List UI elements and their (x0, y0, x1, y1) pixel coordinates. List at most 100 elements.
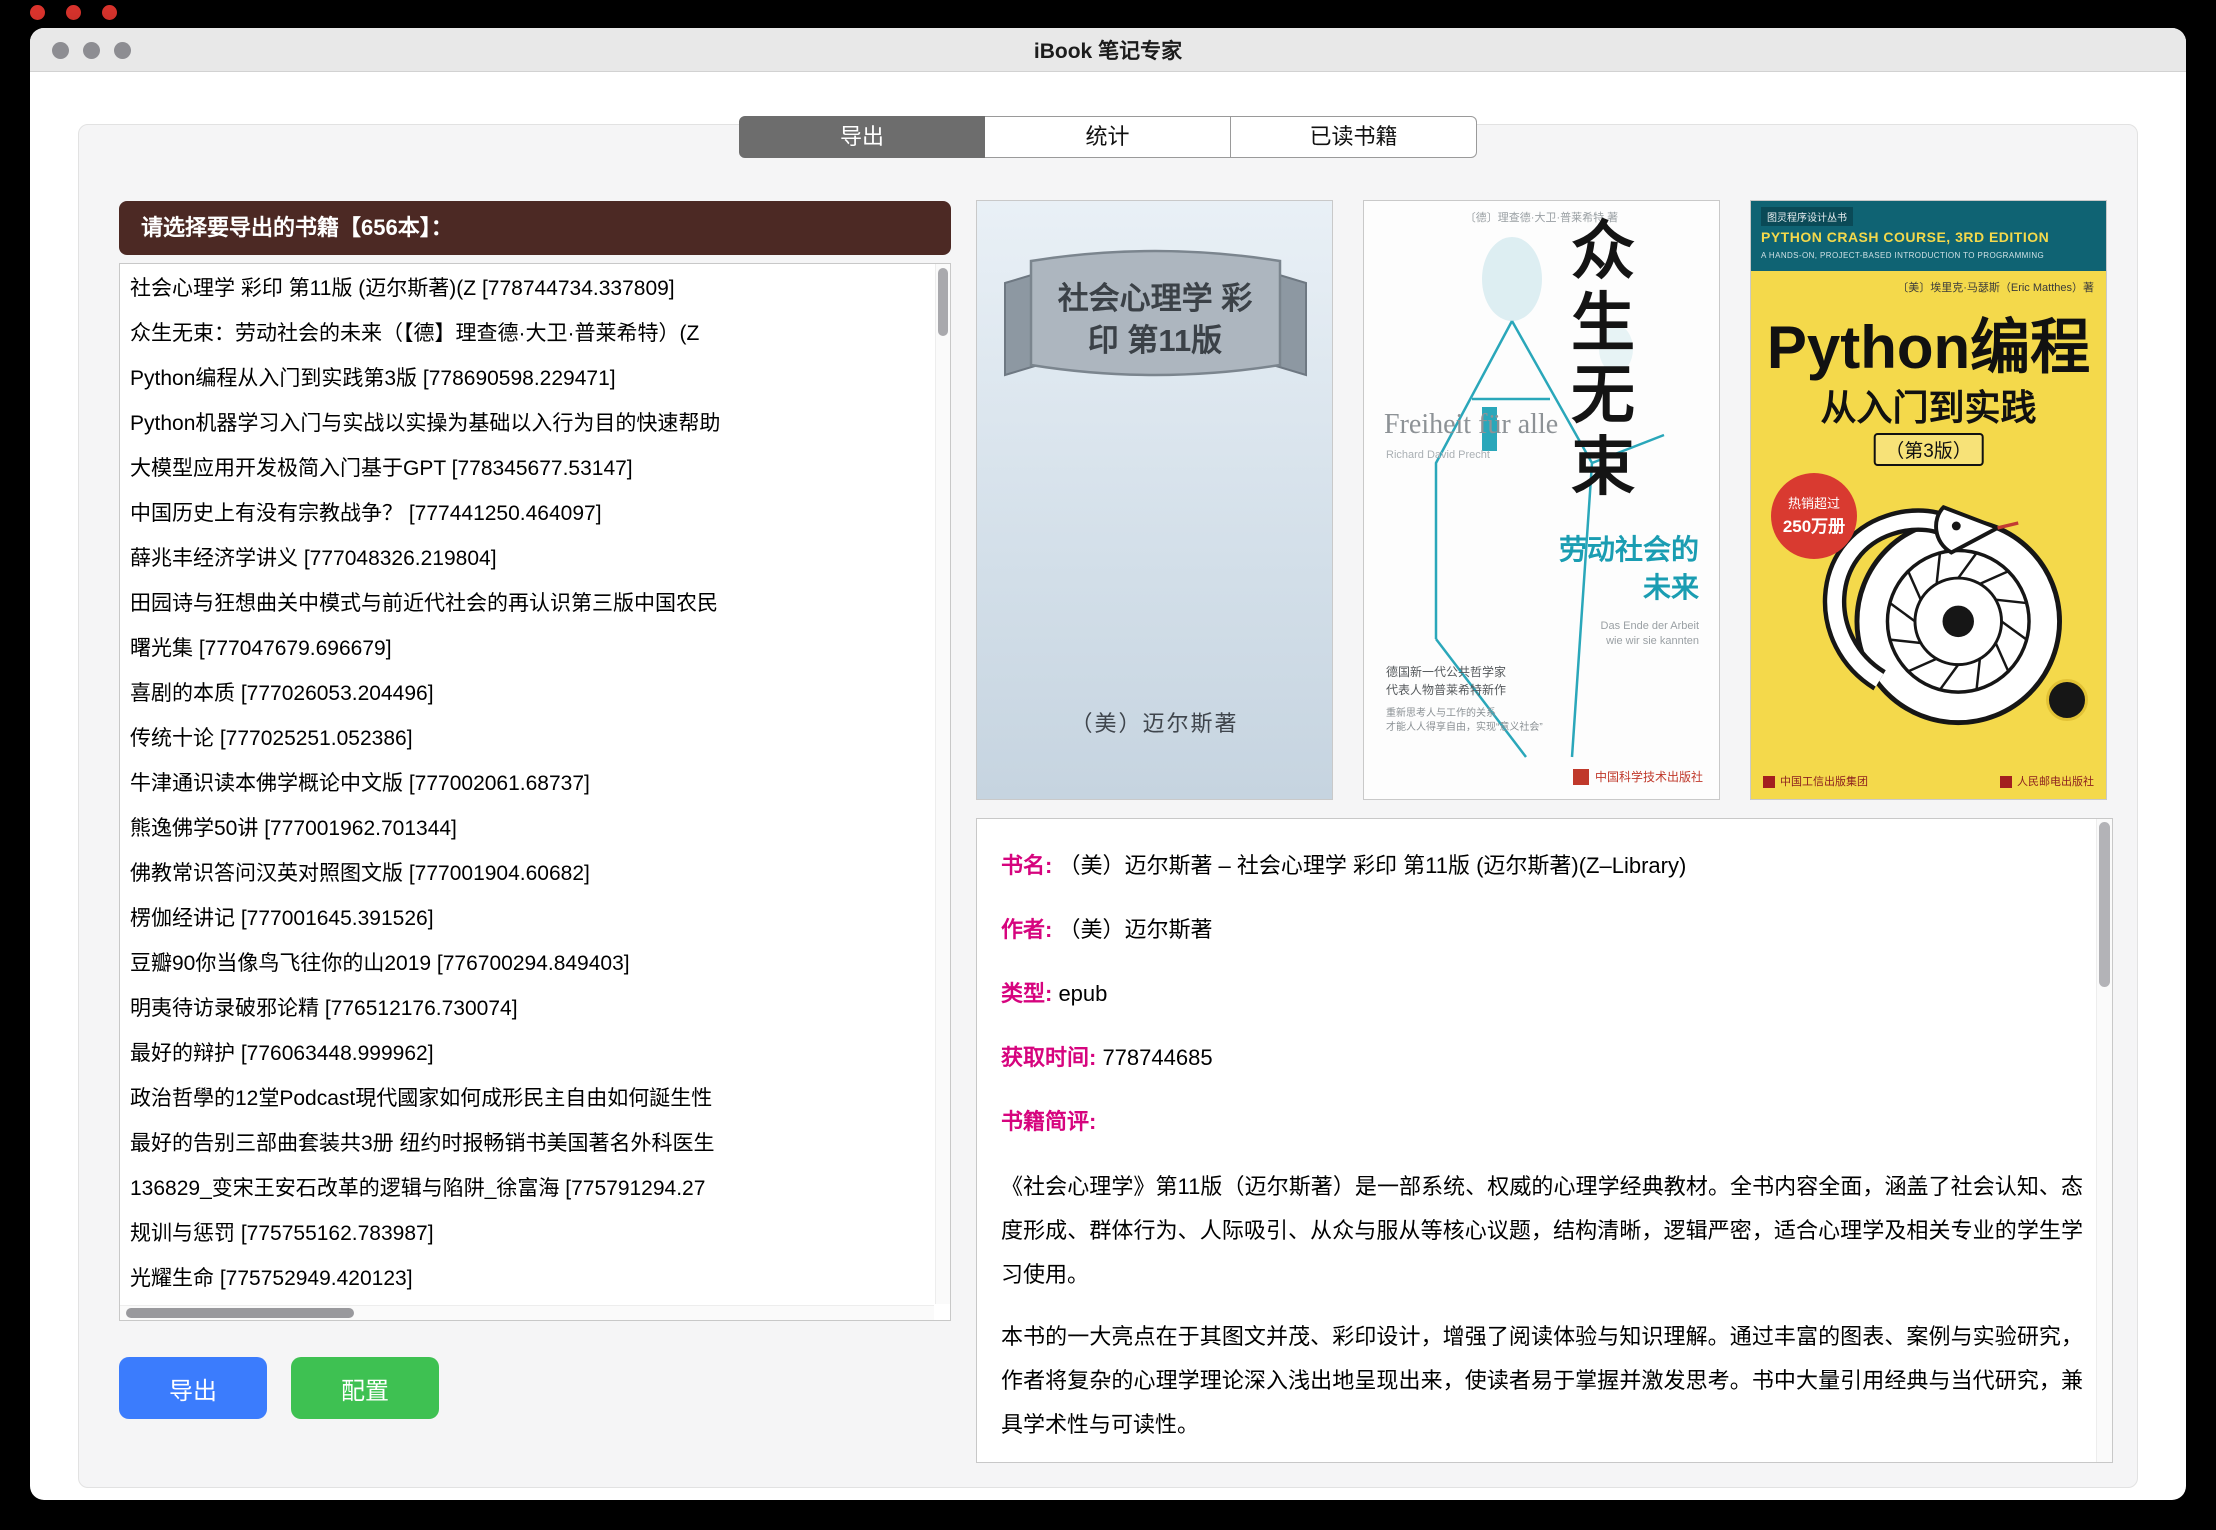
cover1-author: （美）迈尔斯著 (977, 706, 1332, 738)
cover2-tagline: 德国新一代公共哲学家 代表人物普莱希特新作 (1386, 663, 1506, 699)
cover3-subtitle: 从入门到实践 (1751, 379, 2106, 431)
list-item[interactable]: 社会心理学 彩印 第11版 (迈尔斯著)(Z [778744734.337809… (120, 266, 934, 311)
list-item[interactable]: 喜剧的本质 [777026053.204496] (120, 671, 934, 716)
list-item[interactable]: Python编程从入门到实践第3版 [778690598.229471] (120, 356, 934, 401)
badge-line2: 250万册 (1771, 512, 1857, 537)
book-list-header: 请选择要导出的书籍【656本】： (119, 201, 951, 255)
detail-field: 书名: （美）迈尔斯著 – 社会心理学 彩印 第11版 (迈尔斯著)(Z–Lib… (1001, 845, 2083, 887)
window-title: iBook 笔记专家 (1034, 35, 1182, 65)
publisher-logo-icon (1573, 769, 1589, 785)
list-item[interactable]: 传统十论 [777025251.052386] (120, 716, 934, 761)
cover3-publishers: 中国工信出版集团 人民邮电出版社 (1763, 773, 2094, 789)
list-item[interactable]: 佛教常识答问汉英对照图文版 [777001904.60682] (120, 851, 934, 896)
cover2-german-title: Freiheit für alle (1384, 409, 1558, 441)
cover3-english-title: PYTHON CRASH COURSE, 3RD EDITION (1761, 229, 2049, 245)
badge-line1: 热销超过 (1771, 493, 1857, 512)
zoom-button[interactable] (114, 42, 131, 59)
traffic-lights (52, 28, 131, 72)
bestseller-badge: 热销超过 250万册 (1771, 473, 1857, 559)
background-traffic-light (102, 5, 117, 20)
cover2-german-author: Richard David Precht (1386, 449, 1490, 461)
app-window: iBook 笔记专家 导出 统计 已读书籍 请选择要导出的书籍【656本】： 社… (30, 28, 2186, 1500)
list-item[interactable]: 政治哲學的12堂Podcast現代國家如何成形民主自由如何誕生性 (120, 1076, 934, 1121)
cover2-title-vertical: 众生无束 (1560, 215, 1646, 503)
book-review: 《社会心理学》第11版（迈尔斯著）是一部系统、权威的心理学经典教材。全书内容全面… (1001, 1165, 2083, 1447)
detail-field: 类型: epub (1001, 973, 2083, 1015)
list-item[interactable]: 众生无束：劳动社会的未来（【德】理查德·大卫·普莱希特）(Z (120, 311, 934, 356)
list-item[interactable]: 最好的告别三部曲套装共3册 纽约时报畅销书美国著名外科医生 (120, 1121, 934, 1166)
cover2-subtitle-line1: 劳动社会的 (1559, 531, 1699, 569)
list-item[interactable]: 牛津通识读本佛学概论中文版 [777002061.68737] (120, 761, 934, 806)
list-item[interactable]: 豆瓣90你当像鸟飞往你的山2019 [776700294.849403] (120, 941, 934, 986)
cover3-author-credit: 〔美〕埃里克·马瑟斯（Eric Matthes）著 (1897, 279, 2094, 295)
vertical-scroll-thumb[interactable] (938, 268, 948, 336)
turing-badge-icon (2046, 679, 2088, 721)
detail-fields: 书名: （美）迈尔斯著 – 社会心理学 彩印 第11版 (迈尔斯著)(Z–Lib… (1001, 845, 2083, 1143)
cover2-subtitle: 劳动社会的 未来 (1559, 531, 1699, 607)
cover3-edition-badge: （第3版） (1873, 433, 1984, 466)
list-item[interactable]: 中国历史上有没有宗教战争？ [777441250.464097] (120, 491, 934, 536)
cover2-subtitle-line2: 未来 (1559, 569, 1699, 607)
detail-field: 作者: （美）迈尔斯著 (1001, 909, 2083, 951)
cover1-banner-line1: 社会心理学 彩 (1058, 281, 1253, 316)
close-button[interactable] (52, 42, 69, 59)
book-detail-panel: 书名: （美）迈尔斯著 – 社会心理学 彩印 第11版 (迈尔斯著)(Z–Lib… (976, 818, 2113, 1463)
tab-export[interactable]: 导出 (739, 116, 985, 158)
tab-statistics[interactable]: 统计 (985, 116, 1231, 158)
cover2-credit: 〔德〕理查德·大卫·普莱希特 著 (1364, 209, 1719, 225)
detail-scroll-thumb[interactable] (2099, 822, 2110, 987)
list-item[interactable]: 熊逸佛学50讲 [777001962.701344] (120, 806, 934, 851)
export-button[interactable]: 导出 (119, 1357, 267, 1419)
cover-previews: 社会心理学 彩 印 第11版 （美）迈尔斯著 (976, 200, 2107, 800)
list-item[interactable]: 田园诗与狂想曲关中模式与前近代社会的再认识第三版中国农民 (120, 581, 934, 626)
publisher-logo-icon (2000, 776, 2012, 788)
content-panel: 请选择要导出的书籍【656本】： 社会心理学 彩印 第11版 (迈尔斯著)(Z … (78, 124, 2138, 1488)
detail-field: 获取时间: 778744685 (1001, 1037, 2083, 1079)
cover2-tagline-small: 重新思考人与工作的关系 才能人人得享自由，实现“意义社会” (1386, 707, 1543, 735)
titlebar: iBook 笔记专家 (30, 28, 2186, 72)
config-button[interactable]: 配置 (291, 1357, 439, 1419)
cover2-tagline-line2: 代表人物普莱希特新作 (1386, 681, 1506, 699)
book-review-paragraph: 《社会心理学》第11版（迈尔斯著）是一部系统、权威的心理学经典教材。全书内容全面… (1001, 1165, 2083, 1297)
book-list-vertical-scrollbar[interactable] (935, 264, 950, 1304)
book-cover-social-psychology: 社会心理学 彩 印 第11版 （美）迈尔斯著 (976, 200, 1333, 800)
horizontal-scroll-thumb[interactable] (126, 1308, 354, 1318)
cover3-series-label: 图灵程序设计丛书 (1761, 207, 1853, 226)
cover2-caption: Das Ende der Arbeit wie wir sie kannten (1601, 619, 1699, 649)
list-item[interactable]: 大模型应用开发极简入门基于GPT [778345677.53147] (120, 446, 934, 491)
list-item[interactable]: 136829_变宋王安石改革的逻辑与陷阱_徐富海 [775791294.27 (120, 1166, 934, 1211)
cover2-tagline-small1: 重新思考人与工作的关系 (1386, 707, 1543, 721)
cover2-tagline-line1: 德国新一代公共哲学家 (1386, 663, 1506, 681)
list-item[interactable]: 曙光集 [777047679.696679] (120, 626, 934, 671)
cover1-banner-line2: 印 第11版 (1088, 323, 1222, 358)
cover2-publisher: 中国科学技术出版社 (1573, 768, 1703, 785)
cover2-caption-line2: wie wir sie kannten (1601, 634, 1699, 649)
detail-vertical-scrollbar[interactable] (2096, 819, 2112, 1462)
background-traffic-light (30, 5, 45, 20)
publisher-logo-icon (1763, 776, 1775, 788)
detail-field: 书籍简评: (1001, 1101, 2083, 1143)
tab-read-books[interactable]: 已读书籍 (1231, 116, 1477, 158)
list-item[interactable]: 最好的辩护 [776063448.999962] (120, 1031, 934, 1076)
tab-bar: 导出 统计 已读书籍 (739, 116, 1477, 158)
list-item[interactable]: 明夷待访录破邪论精 [776512176.730074] (120, 986, 934, 1031)
ribbon-banner: 社会心理学 彩 印 第11版 (977, 221, 1333, 421)
book-list-rows: 社会心理学 彩印 第11版 (迈尔斯著)(Z [778744734.337809… (120, 266, 934, 1304)
book-detail-content: 书名: （美）迈尔斯著 – 社会心理学 彩印 第11版 (迈尔斯著)(Z–Lib… (977, 819, 2095, 1462)
book-list[interactable]: 社会心理学 彩印 第11版 (迈尔斯著)(Z [778744734.337809… (119, 263, 951, 1321)
cover3-publisher-left: 中国工信出版集团 (1763, 773, 1868, 789)
action-buttons: 导出 配置 (119, 1357, 439, 1419)
cover2-publisher-name: 中国科学技术出版社 (1595, 768, 1703, 785)
list-item[interactable]: Python机器学习入门与实战以实操为基础以入行为目的快速帮助 (120, 401, 934, 446)
book-review-paragraph: 本书的一大亮点在于其图文并茂、彩印设计，增强了阅读体验与知识理解。通过丰富的图表… (1001, 1315, 2083, 1447)
book-list-horizontal-scrollbar[interactable] (120, 1305, 934, 1320)
list-item[interactable]: 光耀生命 [775752949.420123] (120, 1256, 934, 1301)
cover3-title: Python编程 (1751, 299, 2106, 386)
cover3-top-band: 图灵程序设计丛书 PYTHON CRASH COURSE, 3RD EDITIO… (1751, 201, 2106, 271)
minimize-button[interactable] (83, 42, 100, 59)
list-item[interactable]: 薛兆丰经济学讲义 [777048326.219804] (120, 536, 934, 581)
book-cover-python-crash-course: 图灵程序设计丛书 PYTHON CRASH COURSE, 3RD EDITIO… (1750, 200, 2107, 800)
list-item[interactable]: 规训与惩罚 [775755162.783987] (120, 1211, 934, 1256)
list-item[interactable]: 楞伽经讲记 [777001645.391526] (120, 896, 934, 941)
cover2-tagline-small2: 才能人人得享自由，实现“意义社会” (1386, 721, 1543, 735)
